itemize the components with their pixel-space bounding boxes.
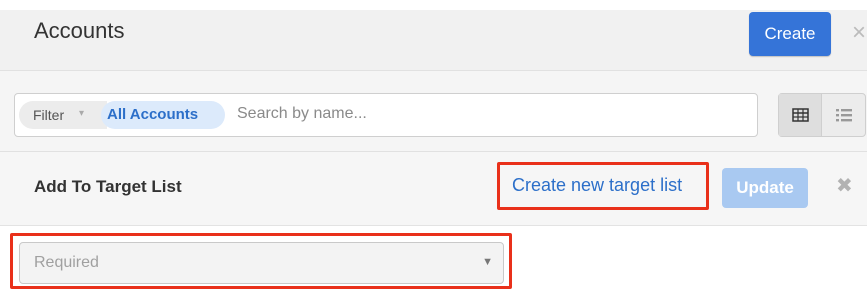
filter-dropdown[interactable]: Filter ▾ — [19, 101, 107, 129]
target-list-select[interactable]: Required ▼ — [19, 242, 504, 284]
update-button[interactable]: Update — [722, 168, 808, 208]
table-view-icon — [792, 108, 809, 122]
target-list-toolbar: Add To Target List Create new target lis… — [0, 152, 867, 226]
chevron-down-icon: ▼ — [482, 256, 493, 268]
filter-bar: Filter ▾ All Accounts Search by name... — [0, 70, 867, 152]
search-field[interactable]: Filter ▾ All Accounts Search by name... — [14, 93, 758, 137]
list-view-button[interactable] — [822, 94, 865, 136]
table-view-button[interactable] — [779, 94, 822, 136]
view-toggle — [778, 93, 866, 137]
search-input[interactable]: Search by name... — [237, 105, 367, 123]
page-title: Accounts — [34, 18, 125, 43]
create-new-target-list-link[interactable]: Create new target list — [512, 175, 682, 196]
close-icon[interactable]: × — [852, 19, 866, 47]
active-filter-label: All Accounts — [107, 106, 199, 123]
close-icon[interactable]: ✖ — [836, 173, 853, 198]
target-list-title: Add To Target List — [34, 177, 182, 196]
list-view-icon — [836, 109, 852, 122]
filter-label: Filter — [33, 107, 65, 123]
page-header: Accounts Create × — [0, 10, 867, 70]
select-placeholder: Required — [34, 254, 99, 271]
active-filter-pill[interactable]: All Accounts — [101, 101, 225, 129]
chevron-down-icon: ▾ — [79, 108, 85, 119]
top-cropped-strip — [0, 0, 867, 10]
create-button[interactable]: Create — [749, 12, 831, 56]
